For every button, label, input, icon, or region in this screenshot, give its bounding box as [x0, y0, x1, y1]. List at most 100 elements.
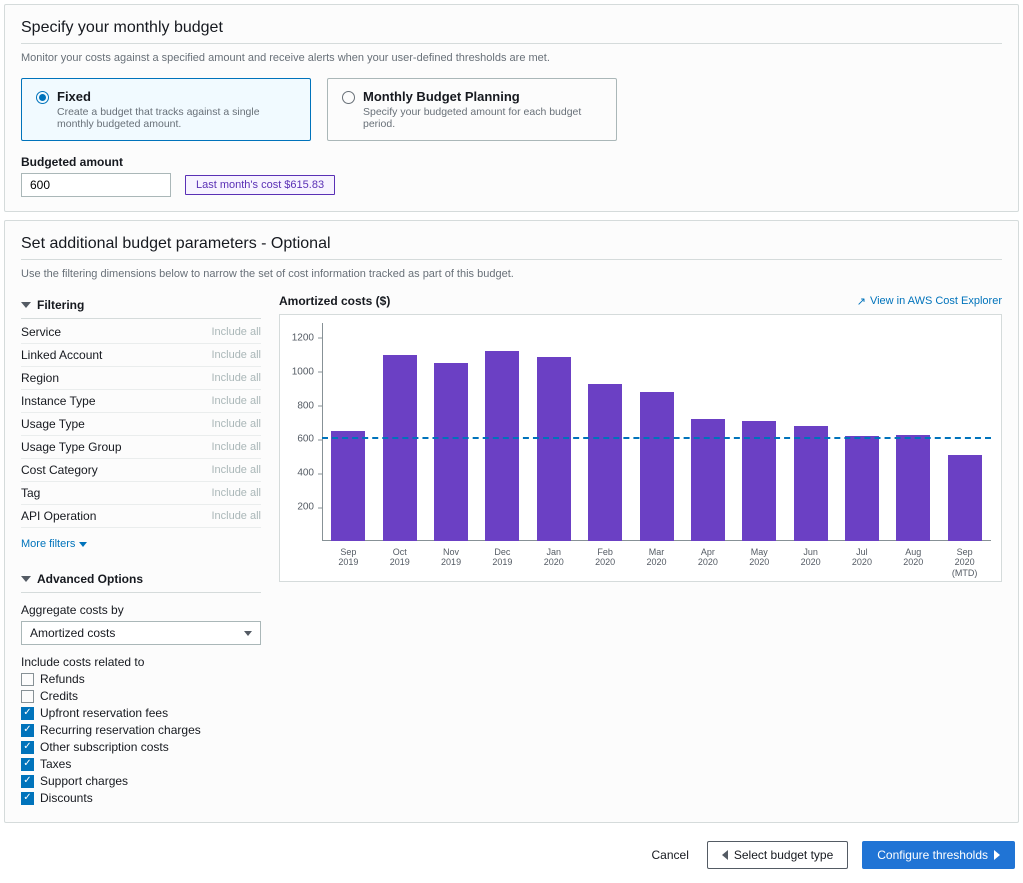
include-taxes[interactable]: Taxes — [21, 757, 261, 771]
filter-hint: Include all — [211, 372, 261, 384]
filtering-toggle[interactable]: Filtering — [21, 294, 261, 319]
checkbox-label: Taxes — [40, 757, 71, 771]
view-cost-explorer-link[interactable]: ↗ View in AWS Cost Explorer — [857, 295, 1002, 308]
chart-bar — [331, 431, 365, 541]
caret-down-icon — [21, 302, 31, 308]
checkbox-label: Recurring reservation charges — [40, 723, 201, 737]
budget-threshold-line — [322, 437, 991, 439]
chart-bar — [896, 435, 930, 541]
filter-hint: Include all — [211, 510, 261, 522]
filter-label: Linked Account — [21, 348, 102, 362]
radio-subtitle: Specify your budgeted amount for each bu… — [363, 106, 602, 130]
include-discounts[interactable]: Discounts — [21, 791, 261, 805]
include-recurring-reservation-charges[interactable]: Recurring reservation charges — [21, 723, 261, 737]
filter-row-tag[interactable]: Tag Include all — [21, 482, 261, 505]
radio-icon — [342, 91, 355, 104]
filter-row-api-operation[interactable]: API Operation Include all — [21, 505, 261, 528]
include-upfront-reservation-fees[interactable]: Upfront reservation fees — [21, 706, 261, 720]
filters-sidebar: Filtering Service Include all Linked Accou… — [21, 294, 261, 808]
cancel-button[interactable]: Cancel — [648, 842, 693, 868]
filter-row-region[interactable]: RegionInclude all — [21, 367, 261, 390]
filter-hint: Include all — [211, 326, 261, 338]
panel-title: Specify your monthly budget — [21, 19, 1002, 44]
checkbox-icon — [21, 673, 34, 686]
x-label: Dec2019 — [485, 547, 519, 579]
checkbox-icon — [21, 792, 34, 805]
radio-icon — [36, 91, 49, 104]
panel-desc: Use the filtering dimensions below to na… — [21, 268, 1002, 280]
include-refunds[interactable]: Refunds — [21, 672, 261, 686]
budget-type-planning[interactable]: Monthly Budget Planning Specify your bud… — [327, 78, 617, 141]
panel-title: Set additional budget parameters - Optio… — [21, 235, 1002, 260]
x-label: Feb2020 — [588, 547, 622, 579]
x-label: Jul2020 — [845, 547, 879, 579]
more-filters-link[interactable]: More filters — [21, 538, 261, 550]
filter-label: Instance Type — [21, 394, 96, 408]
filter-hint: Include all — [211, 464, 261, 476]
budgeted-amount-input[interactable] — [21, 173, 171, 197]
caret-down-icon — [21, 576, 31, 582]
checkbox-label: Credits — [40, 689, 78, 703]
radio-title: Monthly Budget Planning — [363, 89, 602, 104]
checkbox-label: Refunds — [40, 672, 85, 686]
chart-bar — [845, 436, 879, 541]
filter-row-cost-category[interactable]: Cost CategoryInclude all — [21, 459, 261, 482]
include-support-charges[interactable]: Support charges — [21, 774, 261, 788]
filter-row-usage-type[interactable]: Usage Type Include all — [21, 413, 261, 436]
last-month-cost-chip: Last month's cost $615.83 — [185, 175, 335, 195]
filter-row-usage-type-group[interactable]: Usage Type GroupInclude all — [21, 436, 261, 459]
checkbox-label: Support charges — [40, 774, 128, 788]
filter-row-instance-type[interactable]: Instance TypeInclude all — [21, 390, 261, 413]
caret-down-icon — [244, 631, 252, 636]
chevron-left-icon — [722, 850, 728, 860]
y-tick: 1200 — [280, 332, 320, 343]
budget-panel: Specify your monthly budget Monitor your… — [4, 4, 1019, 212]
budget-type-fixed[interactable]: Fixed Create a budget that tracks agains… — [21, 78, 311, 141]
chart-bar — [588, 384, 622, 541]
x-label: Sep2020(MTD) — [948, 547, 982, 579]
checkbox-label: Discounts — [40, 791, 93, 805]
chevron-right-icon — [994, 850, 1000, 860]
include-other-subscription-costs[interactable]: Other subscription costs — [21, 740, 261, 754]
checkbox-label: Other subscription costs — [40, 740, 169, 754]
y-tick: 600 — [280, 434, 320, 445]
chart-bar — [434, 363, 468, 541]
filter-hint: Include all — [211, 418, 261, 430]
filter-label: Tag — [21, 486, 40, 500]
filter-row-service[interactable]: Service Include all — [21, 321, 261, 344]
include-label: Include costs related to — [21, 655, 261, 669]
filter-label: Usage Type Group — [21, 440, 122, 454]
radio-title: Fixed — [57, 89, 296, 104]
filter-label: API Operation — [21, 509, 96, 523]
y-tick: 200 — [280, 502, 320, 513]
filter-label: Usage Type — [21, 417, 85, 431]
include-credits[interactable]: Credits — [21, 689, 261, 703]
chart-bar — [537, 357, 571, 541]
section-label: Filtering — [37, 298, 84, 312]
filter-hint: Include all — [211, 487, 261, 499]
filter-label: Service — [21, 325, 61, 339]
advanced-toggle[interactable]: Advanced Options — [21, 568, 261, 593]
panel-desc: Monitor your costs against a specified a… — [21, 52, 1002, 64]
x-label: Aug2020 — [896, 547, 930, 579]
chart-title: Amortized costs ($) — [279, 294, 390, 308]
checkbox-icon — [21, 690, 34, 703]
checkbox-icon — [21, 707, 34, 720]
parameters-panel: Set additional budget parameters - Optio… — [4, 220, 1019, 823]
checkbox-icon — [21, 775, 34, 788]
x-label: Apr2020 — [691, 547, 725, 579]
aggregate-select[interactable]: Amortized costs — [21, 621, 261, 645]
checkbox-icon — [21, 741, 34, 754]
x-label: Mar2020 — [640, 547, 674, 579]
filter-row-linked-account[interactable]: Linked AccountInclude all — [21, 344, 261, 367]
next-button[interactable]: Configure thresholds — [862, 841, 1015, 869]
cost-chart: 20040060080010001200 Sep2019Oct2019Nov20… — [279, 314, 1002, 582]
back-button[interactable]: Select budget type — [707, 841, 848, 869]
x-label: May2020 — [742, 547, 776, 579]
checkbox-icon — [21, 758, 34, 771]
chart-bar — [794, 426, 828, 541]
x-label: Jun2020 — [794, 547, 828, 579]
caret-down-icon — [79, 542, 87, 547]
radio-subtitle: Create a budget that tracks against a si… — [57, 106, 296, 130]
x-label: Jan2020 — [537, 547, 571, 579]
